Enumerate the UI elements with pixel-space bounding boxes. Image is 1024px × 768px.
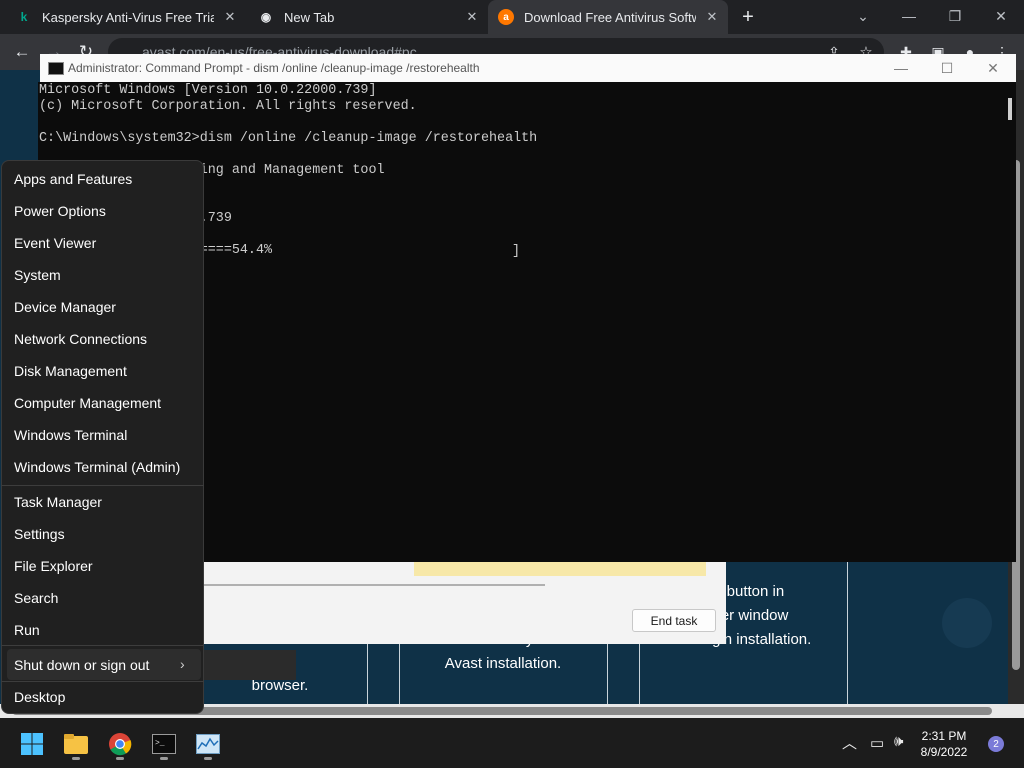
close-icon[interactable]: ✕ [220,9,240,25]
notification-badge[interactable]: 2 [988,736,1004,752]
usage-cells [414,562,706,576]
browser-tab-strip: k Kaspersky Anti-Virus Free Trial Do ✕ ◉… [0,0,1024,34]
menu-item-network-connections[interactable]: Network Connections [14,331,147,347]
taskbar: >_ ︿ ▭ 🕪 [0,718,1024,768]
menu-item-search[interactable]: Search [14,590,58,606]
divider [847,562,848,704]
minimize-icon[interactable]: — [886,0,932,32]
svg-text:>_: >_ [155,739,165,748]
menu-item-device-manager[interactable]: Device Manager [14,299,116,315]
chat-bubble-icon[interactable] [942,598,992,648]
taskbar-clock[interactable]: 2:31 PM 8/9/2022 [912,728,976,760]
menu-item-computer-management[interactable]: Computer Management [14,395,161,411]
tab-title: Download Free Antivirus Softwar [524,9,696,25]
tab-kaspersky[interactable]: k Kaspersky Anti-Virus Free Trial Do ✕ [16,0,248,34]
resource-monitor-icon[interactable] [188,726,228,762]
menu-separator [1,645,204,646]
avast-icon: a [498,9,514,25]
terminal-icon[interactable]: >_ [144,726,184,762]
menu-item-settings[interactable]: Settings [14,526,65,542]
menu-separator [1,485,204,486]
progress-bar-end: ] [512,244,521,259]
menu-item-apps-and-features[interactable]: Apps and Features [14,171,132,187]
chrome-icon[interactable] [100,726,140,762]
close-icon[interactable]: ✕ [702,9,722,25]
new-tab-button[interactable]: + [736,0,760,34]
network-icon[interactable]: ▭ [870,734,884,752]
shutdown-submenu [204,650,296,680]
kaspersky-icon: k [20,10,28,24]
start-icon[interactable] [12,726,52,762]
cmd-icon [48,62,64,75]
clock-date: 8/9/2022 [920,745,968,759]
cmd-title-bar[interactable]: Administrator: Command Prompt - dism /on… [40,54,1016,83]
menu-separator [1,681,204,682]
file-explorer-icon[interactable] [56,726,96,762]
menu-item-disk-management[interactable]: Disk Management [14,363,127,379]
clock-time: 2:31 PM [921,729,967,743]
end-task-button[interactable]: End task [632,609,716,632]
close-icon[interactable]: ✕ [970,54,1016,82]
tab-title: Kaspersky Anti-Virus Free Trial Do [42,9,214,25]
cmd-window-title: Administrator: Command Prompt - dism /on… [68,61,480,75]
menu-item-event-viewer[interactable]: Event Viewer [14,235,96,251]
tab-avast[interactable]: a Download Free Antivirus Softwar ✕ [488,0,728,34]
menu-item-desktop[interactable]: Desktop [14,689,65,705]
tab-search-icon[interactable]: ⌄ [840,0,886,32]
minimize-icon[interactable]: — [878,54,924,82]
chevron-up-icon[interactable]: ︿ [842,732,857,753]
restore-icon[interactable]: ❐ [932,0,978,32]
menu-item-shutdown[interactable]: Shut down or sign out [14,657,149,673]
table-scrollbar[interactable] [200,584,545,586]
menu-item-system[interactable]: System [14,267,61,283]
back-arrow-icon[interactable]: ← [8,40,36,64]
menu-item-task-manager[interactable]: Task Manager [14,494,102,510]
menu-item-file-explorer[interactable]: File Explorer [14,558,93,574]
chrome-icon: ◉ [260,10,272,24]
close-window-icon[interactable]: ✕ [978,0,1024,32]
menu-item-windows-terminal-admin[interactable]: Windows Terminal (Admin) [14,459,180,475]
volume-icon[interactable]: 🕪 [894,733,903,750]
close-icon[interactable]: ✕ [462,9,482,25]
menu-item-windows-terminal[interactable]: Windows Terminal [14,427,127,443]
console-scrollbar[interactable] [1008,98,1012,120]
menu-item-power-options[interactable]: Power Options [14,203,106,219]
chevron-right-icon: › [180,656,185,672]
tab-new-tab[interactable]: ◉ New Tab ✕ [258,0,486,34]
menu-item-run[interactable]: Run [14,622,40,638]
tab-title: New Tab [284,9,335,25]
maximize-icon[interactable]: ☐ [924,54,970,82]
